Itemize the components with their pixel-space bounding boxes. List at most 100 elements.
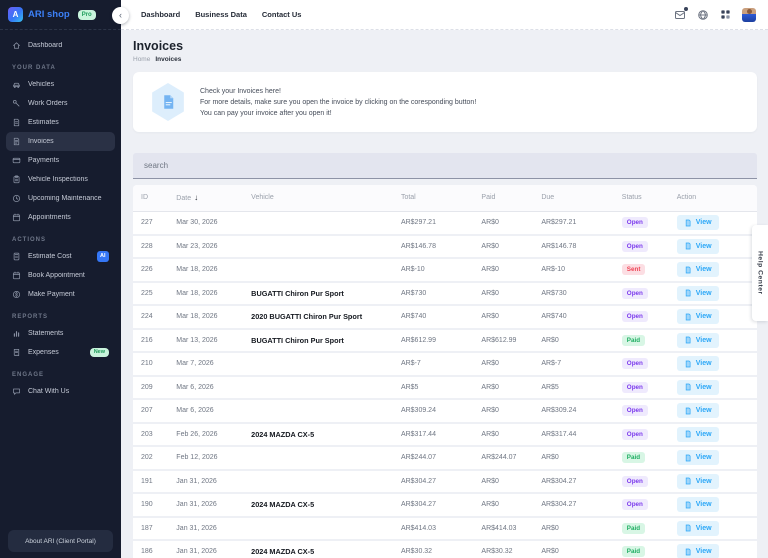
sidebar-item-label: Estimates <box>28 119 109 126</box>
invoice-row-202: 202Feb 12, 2026AR$244.07AR$244.07AR$0Pai… <box>133 446 757 470</box>
invoice-icon <box>12 137 21 146</box>
view-invoice-button[interactable]: View <box>677 403 719 418</box>
view-invoice-button[interactable]: View <box>677 356 719 371</box>
sidebar-item-expenses[interactable]: ExpensesNew <box>6 343 115 362</box>
invoice-vehicle: 2024 MAZDA CX-5 <box>247 423 397 447</box>
sidebar-item-vehicles[interactable]: Vehicles <box>6 75 115 94</box>
about-ari-button[interactable]: About ARI (Client Portal) <box>8 530 113 552</box>
view-invoice-button[interactable]: View <box>677 239 719 254</box>
invoice-vehicle: 2024 MAZDA CX-5 <box>247 493 397 517</box>
sidebar-item-payments[interactable]: Payments <box>6 151 115 170</box>
document-view-icon <box>684 336 692 344</box>
invoice-id: 225 <box>133 282 172 306</box>
globe-icon[interactable] <box>697 9 709 21</box>
invoice-id: 202 <box>133 446 172 470</box>
column-header-total[interactable]: Total <box>397 185 477 211</box>
column-header-vehicle[interactable]: Vehicle <box>247 185 397 211</box>
view-invoice-button[interactable]: View <box>677 309 719 324</box>
sidebar-item-estimate-cost[interactable]: Estimate CostAI <box>6 247 115 266</box>
document-view-icon <box>684 242 692 250</box>
sidebar-item-chat-with-us[interactable]: Chat With Us <box>6 382 115 401</box>
invoice-vehicle: BUGATTI Chiron Pur Sport <box>247 329 397 353</box>
user-avatar[interactable] <box>742 8 756 22</box>
invoice-id: 191 <box>133 470 172 494</box>
breadcrumb-home[interactable]: Home <box>133 56 150 63</box>
view-invoice-button[interactable]: View <box>677 474 719 489</box>
column-header-paid[interactable]: Paid <box>477 185 537 211</box>
sidebar-section-your-data: YOUR DATA <box>0 55 121 75</box>
home-icon <box>12 41 21 50</box>
sidebar-item-label: Payments <box>28 157 109 164</box>
invoice-vehicle <box>247 258 397 282</box>
status-badge: Open <box>622 499 648 510</box>
invoice-row-225: 225Mar 18, 2026BUGATTI Chiron Pur SportA… <box>133 282 757 306</box>
messages-icon[interactable] <box>674 9 686 21</box>
sidebar-item-label: Book Appointment <box>28 272 109 279</box>
view-button-label: View <box>696 360 712 367</box>
apps-grid-icon[interactable] <box>720 9 731 20</box>
view-invoice-button[interactable]: View <box>677 333 719 348</box>
sidebar-item-appointments[interactable]: Appointments <box>6 208 115 227</box>
view-invoice-button[interactable]: View <box>677 544 719 558</box>
invoice-due: AR$-7 <box>537 352 617 376</box>
invoice-paid: AR$0 <box>477 376 537 400</box>
top-nav-contact-us[interactable]: Contact Us <box>262 10 302 19</box>
invoice-due: AR$0 <box>537 517 617 541</box>
invoice-row-210: 210Mar 7, 2026AR$-7AR$0AR$-7OpenView <box>133 352 757 376</box>
view-invoice-button[interactable]: View <box>677 450 719 465</box>
clipboard-icon <box>12 175 21 184</box>
sidebar-item-vehicle-inspections[interactable]: Vehicle Inspections <box>6 170 115 189</box>
view-invoice-button[interactable]: View <box>677 286 719 301</box>
sidebar-item-make-payment[interactable]: Make Payment <box>6 285 115 304</box>
invoice-total: AR$30.32 <box>397 540 477 558</box>
sidebar-item-work-orders[interactable]: Work Orders <box>6 94 115 113</box>
pro-badge: Pro <box>78 10 96 20</box>
notification-dot <box>684 7 688 11</box>
view-invoice-button[interactable]: View <box>677 427 719 442</box>
column-header-action[interactable]: Action <box>673 185 757 211</box>
document-view-icon <box>684 383 692 391</box>
document-view-icon <box>684 360 692 368</box>
sidebar-item-dashboard[interactable]: Dashboard <box>6 36 115 55</box>
column-header-due[interactable]: Due <box>537 185 617 211</box>
invoice-total: AR$317.44 <box>397 423 477 447</box>
app-logo-icon: A <box>8 7 23 22</box>
invoice-id: 216 <box>133 329 172 353</box>
view-invoice-button[interactable]: View <box>677 215 719 230</box>
estimate-icon <box>12 118 21 127</box>
sidebar: A ARI shop Pro DashboardYOUR DATAVehicle… <box>0 0 121 558</box>
invoice-id: 224 <box>133 305 172 329</box>
invoice-date: Mar 30, 2026 <box>172 211 247 235</box>
sidebar-collapse-button[interactable]: ‹ <box>112 7 129 24</box>
column-header-status[interactable]: Status <box>618 185 673 211</box>
sidebar-item-upcoming-maintenance[interactable]: Upcoming Maintenance <box>6 189 115 208</box>
sidebar-item-label: Vehicle Inspections <box>28 176 109 183</box>
search-input[interactable] <box>133 153 757 179</box>
invoice-due: AR$304.27 <box>537 493 617 517</box>
view-invoice-button[interactable]: View <box>677 521 719 536</box>
view-invoice-button[interactable]: View <box>677 497 719 512</box>
invoice-row-203: 203Feb 26, 20262024 MAZDA CX-5AR$317.44A… <box>133 423 757 447</box>
sort-desc-icon[interactable]: ↓ <box>194 193 198 202</box>
status-badge: Open <box>622 311 648 322</box>
help-center-tab[interactable]: Help Center <box>752 225 768 321</box>
logo[interactable]: A ARI shop Pro <box>0 0 121 30</box>
invoice-paid: AR$0 <box>477 211 537 235</box>
sidebar-item-statements[interactable]: Statements <box>6 324 115 343</box>
sidebar-item-book-appointment[interactable]: Book Appointment <box>6 266 115 285</box>
view-invoice-button[interactable]: View <box>677 380 719 395</box>
top-nav-business-data[interactable]: Business Data <box>195 10 247 19</box>
invoice-total: AR$740 <box>397 305 477 329</box>
invoice-date: Mar 18, 2026 <box>172 258 247 282</box>
column-header-date[interactable]: Date↓ <box>172 185 247 211</box>
sidebar-item-estimates[interactable]: Estimates <box>6 113 115 132</box>
invoice-row-207: 207Mar 6, 2026AR$309.24AR$0AR$309.24Open… <box>133 399 757 423</box>
app-name: ARI shop <box>28 9 70 20</box>
view-invoice-button[interactable]: View <box>677 262 719 277</box>
invoice-vehicle: 2020 BUGATTI Chiron Pur Sport <box>247 305 397 329</box>
column-header-id[interactable]: ID <box>133 185 172 211</box>
invoice-row-186: 186Jan 31, 20262024 MAZDA CX-5AR$30.32AR… <box>133 540 757 558</box>
top-nav-dashboard[interactable]: Dashboard <box>141 10 180 19</box>
sidebar-item-invoices[interactable]: Invoices <box>6 132 115 151</box>
sidebar-nav: DashboardYOUR DATAVehiclesWork Orders Est… <box>0 30 121 401</box>
